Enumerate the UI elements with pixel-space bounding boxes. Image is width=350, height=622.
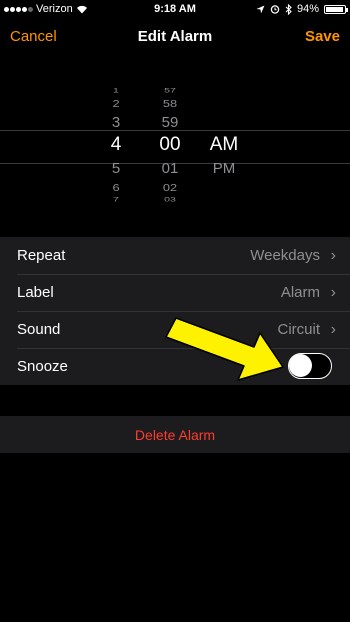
page-title: Edit Alarm [137, 28, 213, 45]
picker-minute-option[interactable]: 02 [140, 181, 200, 193]
section-gap [0, 386, 350, 416]
chevron-right-icon: › [330, 284, 336, 301]
chevron-right-icon: › [330, 247, 336, 264]
label-label: Label [17, 284, 54, 301]
bluetooth-icon [285, 3, 292, 15]
battery-icon [324, 4, 348, 14]
location-icon [256, 5, 265, 13]
repeat-value: Weekdays [250, 247, 320, 264]
picker-minute-option[interactable]: 57 [140, 88, 200, 95]
picker-period-selected[interactable]: AM [194, 134, 254, 156]
alarm-clock-icon [270, 5, 280, 14]
chevron-right-icon: › [330, 321, 336, 338]
battery-level [326, 6, 343, 12]
picker-minute-option[interactable]: 58 [140, 98, 200, 110]
snooze-label: Snooze [17, 358, 68, 375]
picker-hour-option[interactable]: 5 [86, 160, 146, 177]
sound-row[interactable]: Sound Circuit › [0, 311, 350, 348]
picker-hour-option[interactable]: 7 [86, 196, 146, 203]
snooze-toggle[interactable] [288, 353, 332, 379]
nav-bar: Cancel Edit Alarm Save [0, 18, 350, 56]
status-right: 94% [256, 3, 348, 15]
picker-hour-option[interactable]: 6 [86, 181, 146, 193]
time-picker[interactable]: 1 2 3 4 5 6 7 57 58 59 00 01 02 03 AM PM [0, 56, 350, 236]
repeat-row[interactable]: Repeat Weekdays › [0, 237, 350, 274]
save-button[interactable]: Save [305, 28, 340, 45]
picker-minute-option[interactable]: 01 [140, 160, 200, 177]
picker-period-option[interactable]: PM [194, 160, 254, 177]
delete-alarm-label: Delete Alarm [134, 426, 216, 443]
picker-minute-selected[interactable]: 00 [140, 134, 200, 156]
picker-minute-option[interactable]: 59 [140, 114, 200, 131]
label-row[interactable]: Label Alarm › [0, 274, 350, 311]
picker-hour-option[interactable]: 1 [86, 88, 146, 95]
delete-alarm-button[interactable]: Delete Alarm [0, 416, 350, 453]
sound-label: Sound [17, 321, 61, 338]
repeat-label: Repeat [17, 247, 66, 264]
toggle-knob [289, 354, 312, 377]
picker-hour-selected[interactable]: 4 [86, 134, 146, 156]
label-value: Alarm [280, 284, 320, 301]
alarm-settings-list: Repeat Weekdays › Label Alarm › Sound Ci… [0, 237, 350, 385]
picker-minute-option[interactable]: 03 [140, 196, 200, 203]
snooze-row: Snooze [0, 348, 350, 385]
battery-percent: 94% [296, 3, 319, 15]
picker-hour-option[interactable]: 3 [86, 114, 146, 131]
status-bar: Verizon 9:18 AM 94% [0, 0, 350, 18]
picker-hour-option[interactable]: 2 [86, 98, 146, 110]
sound-value: Circuit [277, 321, 320, 338]
